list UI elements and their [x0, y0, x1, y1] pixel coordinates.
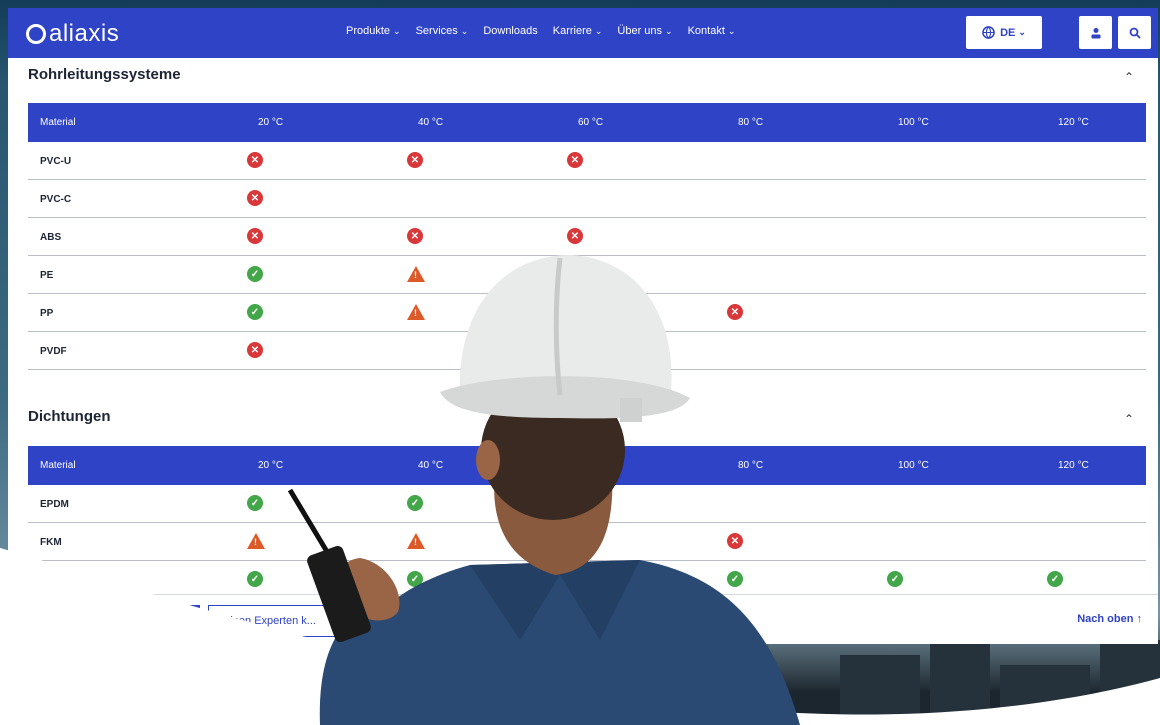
nav-item-ueber-uns[interactable]: Über uns ⌄: [617, 25, 672, 37]
nav-label: Kontakt: [687, 25, 725, 37]
col-header: 20 °C: [258, 460, 284, 471]
main-nav: Produkte ⌄ Services ⌄ Downloads Karriere ⌄ …: [346, 25, 735, 37]
table-header-pipes: Material 20 °C 40 °C 60 °C 80 °C 100 °C …: [28, 103, 1146, 142]
suitable-icon: ✓: [407, 571, 423, 587]
not-suitable-icon: ✕: [407, 152, 423, 168]
suitable-icon: ✓: [407, 495, 423, 511]
col-header: 100 °C: [898, 117, 929, 128]
nav-item-karriere[interactable]: Karriere ⌄: [553, 25, 603, 37]
suitable-icon: ✓: [247, 571, 263, 587]
collapse-chevron-icon[interactable]: ⌃: [1124, 412, 1134, 426]
chevron-down-icon: ⌄: [1018, 27, 1026, 37]
col-header: 80 °C: [738, 460, 764, 471]
not-suitable-icon: ✕: [247, 342, 263, 358]
top-navbar: aliaxis Produkte ⌄ Services ⌄ Downloads Ka…: [8, 8, 1158, 58]
primary-cta-button[interactable]: ...iden: [28, 605, 200, 637]
chevron-down-icon: ⌄: [665, 26, 673, 36]
language-selector[interactable]: DE ⌄: [966, 16, 1042, 49]
warning-icon: !: [407, 266, 425, 282]
not-suitable-icon: ✕: [567, 228, 583, 244]
not-suitable-icon: ✕: [247, 190, 263, 206]
logo-ring-icon: [26, 24, 46, 44]
nav-label: Produkte: [346, 25, 391, 37]
table-row: ABS ✕ ✕ ✕: [28, 218, 1146, 256]
not-suitable-icon: ✕: [727, 533, 743, 549]
col-header: 80 °C: [738, 117, 764, 128]
section-title-seals: Dichtungen: [28, 408, 111, 425]
suitable-icon: ✓: [727, 571, 743, 587]
nav-label: Downloads: [483, 25, 538, 37]
suitable-icon: ✓: [247, 495, 263, 511]
section-title-pipes: Rohrleitungssysteme: [28, 66, 181, 83]
contact-expert-button[interactable]: Einen Experten k...: [208, 605, 408, 637]
material-cell: PVC-U: [40, 156, 72, 167]
user-button[interactable]: [1079, 16, 1112, 49]
table-row: FKM!! ✕: [28, 523, 1146, 561]
chevron-down-icon: ⌄: [460, 26, 469, 36]
not-suitable-icon: ✕: [727, 304, 743, 320]
table-header-seals: Material 20 °C 40 °C 80 °C 100 °C 120 °C: [28, 446, 1146, 485]
bottom-hint-text: Sie bei...: [416, 609, 452, 619]
not-suitable-icon: ✕: [567, 152, 583, 168]
material-cell: PE: [40, 270, 54, 281]
material-cell: PP: [40, 308, 54, 319]
table-row: EPDM ✓ ✓: [28, 485, 1146, 523]
nav-label: Über uns: [617, 25, 663, 37]
col-header: 60 °C: [578, 117, 604, 128]
material-cell: ABS: [40, 232, 62, 243]
collapse-chevron-icon[interactable]: ⌃: [1124, 70, 1134, 84]
col-header: 20 °C: [258, 117, 284, 128]
aliaxis-logo[interactable]: aliaxis: [26, 20, 119, 48]
chevron-down-icon: ⌄: [727, 26, 736, 36]
sticky-bottom-bar: ...iden Einen Experten k... Sie bei... N…: [8, 594, 1158, 644]
language-label: DE: [1000, 26, 1016, 39]
col-header: 120 °C: [1058, 117, 1089, 128]
nav-item-downloads[interactable]: Downloads: [483, 25, 537, 37]
suitable-icon: ✓: [247, 304, 263, 320]
not-suitable-icon: ✕: [407, 228, 423, 244]
user-icon: [1091, 27, 1100, 38]
suitable-icon: ✓: [887, 571, 903, 587]
nav-label: Karriere: [552, 25, 592, 37]
nav-item-produkte[interactable]: Produkte ⌄: [346, 25, 401, 37]
col-header: 120 °C: [1058, 460, 1089, 471]
warning-icon: !: [407, 533, 425, 549]
table-row: PVDF ✕: [28, 332, 1146, 370]
browser-panel: aliaxis Produkte ⌄ Services ⌄ Downloads Ka…: [8, 8, 1158, 644]
col-header: 100 °C: [898, 460, 929, 471]
col-header: Material: [40, 460, 76, 471]
warning-icon: !: [247, 533, 265, 549]
search-button[interactable]: [1118, 16, 1151, 49]
chevron-down-icon: ⌄: [393, 26, 401, 36]
not-suitable-icon: ✕: [247, 152, 263, 168]
table-row: PP ✓! ✕: [28, 294, 1146, 332]
nav-label: Services: [415, 25, 458, 37]
suitable-icon: ✓: [1047, 571, 1063, 587]
col-header: 40 °C: [418, 117, 444, 128]
nav-item-kontakt[interactable]: Kontakt ⌄: [688, 25, 736, 37]
warning-icon: !: [407, 304, 425, 320]
not-suitable-icon: ✕: [247, 228, 263, 244]
globe-icon: [982, 26, 995, 39]
table-row: PE ✓!: [28, 256, 1146, 294]
material-cell: PVDF: [40, 346, 67, 357]
col-header: Material: [40, 117, 76, 128]
material-cell: PVC-C: [40, 194, 72, 205]
table-row: PVC-C ✕: [28, 180, 1146, 218]
chevron-down-icon: ⌄: [594, 26, 603, 36]
search-icon: [1129, 27, 1141, 39]
material-cell: FKM: [40, 537, 62, 548]
back-to-top-link[interactable]: Nach oben ↑: [1077, 613, 1142, 625]
suitable-icon: ✓: [247, 266, 263, 282]
nav-item-services[interactable]: Services ⌄: [416, 25, 469, 37]
logo-text: aliaxis: [49, 20, 120, 47]
table-row: PVC-U ✕ ✕ ✕: [28, 142, 1146, 180]
col-header: 40 °C: [418, 460, 444, 471]
material-cell: EPDM: [40, 499, 69, 510]
